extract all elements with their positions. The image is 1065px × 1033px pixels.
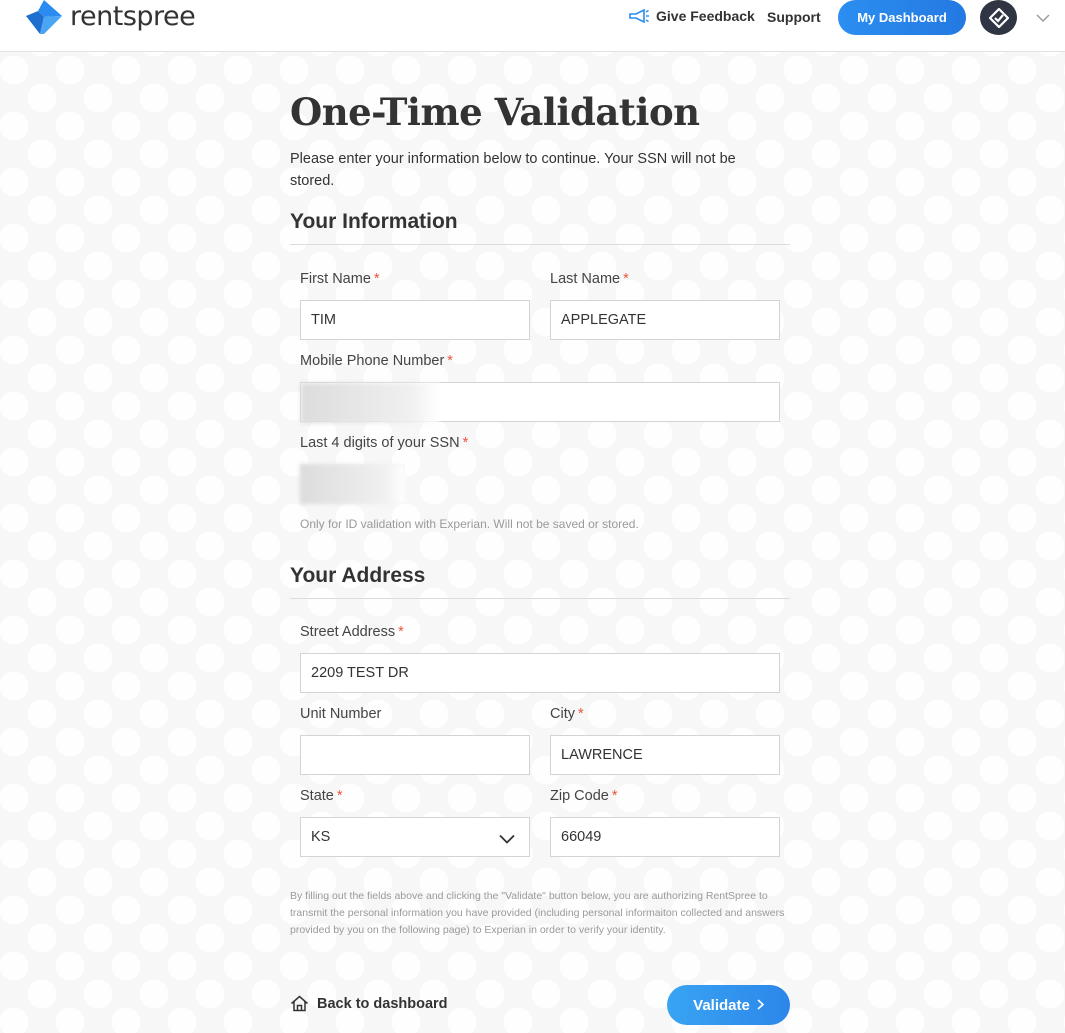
unit-number-input[interactable] [300,735,530,775]
rentspree-logo-icon [26,0,62,34]
user-avatar-icon[interactable] [980,0,1017,35]
city-input[interactable]: LAWRENCE [550,735,780,775]
ssn-hint: Only for ID validation with Experian. Wi… [300,517,639,531]
intro-text: Please enter your information below to c… [290,151,736,189]
give-feedback-label: Give Feedback [656,8,755,24]
redacted-phone-value [301,383,439,423]
back-to-dashboard-label: Back to dashboard [317,995,448,1012]
redacted-ssn-value [300,464,405,504]
unit-number-label: Unit Number [300,706,382,722]
validate-button[interactable]: Validate [667,985,790,1025]
state-label: State * [300,788,343,804]
city-label: City * [550,706,584,722]
state-select[interactable]: KS [300,817,530,857]
my-dashboard-button[interactable]: My Dashboard [838,0,966,35]
chevron-right-icon [757,998,765,1013]
authorization-disclaimer: By filling out the fields above and clic… [290,890,785,936]
zip-code-label: Zip Code * [550,788,618,804]
mobile-phone-label: Mobile Phone Number * [300,353,453,369]
brand-logo[interactable]: rentspree [26,0,196,34]
megaphone-icon [628,9,650,23]
page-title: One-Time Validation [290,90,700,134]
support-link[interactable]: Support [767,9,821,25]
street-address-input[interactable]: 2209 TEST DR [300,653,780,693]
validate-label: Validate [693,996,750,1014]
chevron-down-icon [499,832,515,848]
give-feedback-link[interactable]: Give Feedback [628,8,755,24]
mobile-phone-input[interactable] [300,382,780,423]
street-address-label: Street Address * [300,624,404,640]
chevron-down-icon[interactable] [1036,10,1050,28]
last-name-input[interactable]: APPLEGATE [550,300,780,340]
back-to-dashboard-link[interactable]: Back to dashboard [290,995,448,1012]
ssn-label: Last 4 digits of your SSN * [300,435,469,451]
last-name-label: Last Name * [550,271,629,287]
section-your-address: Your Address [290,564,790,599]
home-icon [290,995,309,1012]
top-navbar: rentspree Give Feedback Support My Dashb… [0,0,1065,52]
zip-code-input[interactable]: 66049 [550,817,780,857]
first-name-input[interactable]: TIM [300,300,530,340]
first-name-label: First Name * [300,271,380,287]
section-your-information: Your Information [290,210,790,245]
ssn-input[interactable] [300,464,405,504]
brand-name: rentspree [70,1,196,32]
